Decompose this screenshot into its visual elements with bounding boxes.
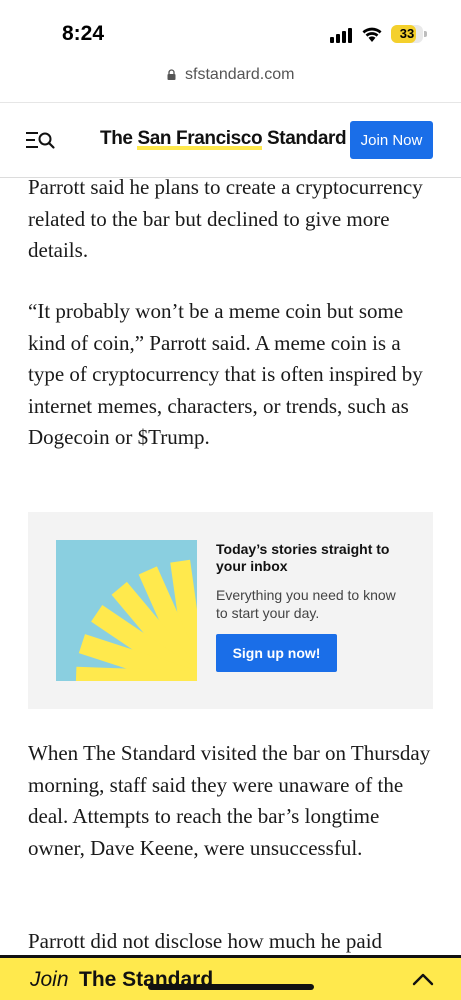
battery-nub xyxy=(424,31,427,37)
newsletter-description: Everything you need to know to start you… xyxy=(216,587,396,621)
sun-illustration-icon xyxy=(56,540,197,681)
status-bar: 8:24 33 xyxy=(0,0,461,62)
status-time: 8:24 xyxy=(62,22,105,45)
home-indicator xyxy=(148,984,314,990)
lock-icon xyxy=(167,68,176,80)
join-standard-bar[interactable]: Join The Standard xyxy=(0,955,461,1000)
article-paragraph: Parrott did not disclose how much he pai… xyxy=(28,929,383,953)
battery-percent: 33 xyxy=(399,26,415,41)
article-paragraph: “It probably won’t be a meme coin but so… xyxy=(28,299,423,449)
url-text: sfstandard.com xyxy=(185,66,295,83)
newsletter-signup-box: Today’s stories straight to your inbox E… xyxy=(28,512,433,709)
sign-up-button[interactable]: Sign up now! xyxy=(216,634,337,672)
logo-prefix: The xyxy=(100,128,138,149)
logo-highlight: San Francisco xyxy=(137,128,263,150)
menu-search-icon[interactable] xyxy=(26,129,56,151)
article-paragraph: When The Standard visited the bar on Thu… xyxy=(28,741,431,860)
article-paragraph: Parrott said he plans to create a crypto… xyxy=(28,175,423,262)
signal-icon xyxy=(330,28,352,43)
battery-icon: 33 xyxy=(391,25,423,43)
url-bar[interactable]: sfstandard.com xyxy=(0,66,461,94)
join-now-button[interactable]: Join Now xyxy=(350,121,433,159)
wifi-icon xyxy=(362,27,382,42)
join-text: Join xyxy=(30,968,69,991)
newsletter-title: Today’s stories straight to your inbox xyxy=(216,541,390,574)
chevron-up-icon[interactable] xyxy=(411,971,435,987)
site-header: The San Francisco Standard Join Now xyxy=(0,102,461,178)
logo-suffix: Standard xyxy=(262,128,347,149)
site-logo[interactable]: The San Francisco Standard xyxy=(100,128,347,150)
